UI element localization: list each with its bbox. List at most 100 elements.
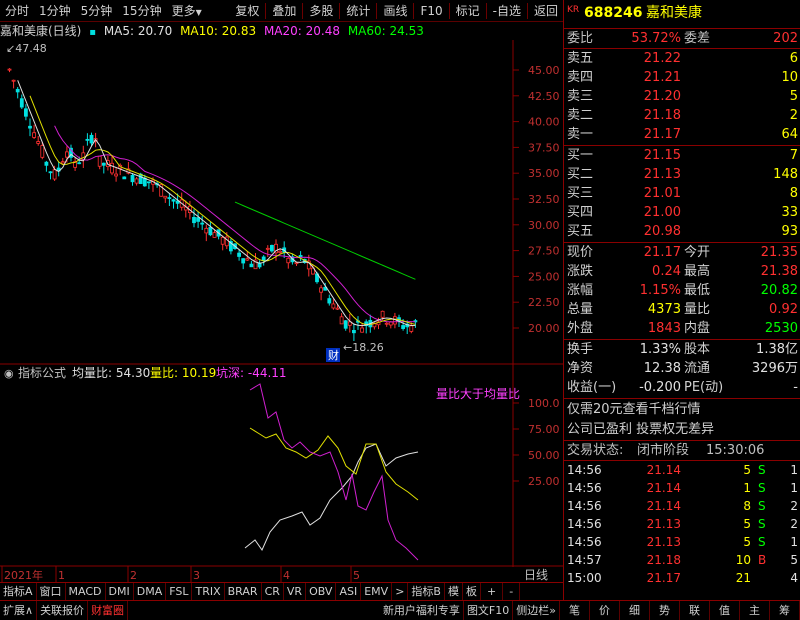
cai-label: 财: [328, 348, 339, 362]
bid-row: 买三 21.01 8: [564, 184, 800, 203]
stat-value: 20.82: [760, 283, 798, 298]
tab-shi[interactable]: 势: [650, 600, 680, 620]
sidebar-toggle-button[interactable]: 侧边栏»: [513, 600, 560, 620]
price-axis-tick: 32.50: [528, 193, 560, 206]
tab-more[interactable]: 更多▼: [167, 0, 207, 22]
tick-time: 14:57: [567, 553, 602, 567]
stat-label: 今开: [684, 245, 711, 260]
tab-dmi[interactable]: DMI: [106, 582, 134, 601]
ask-price: 21.21: [643, 70, 681, 85]
ask-volume: 64: [781, 127, 798, 142]
tongji-button[interactable]: 统计: [341, 0, 375, 22]
date-axis-tick: 2: [130, 569, 137, 582]
tab-bi[interactable]: 笔: [560, 600, 590, 620]
tick-volume: 21: [735, 571, 751, 585]
zoom-in-button[interactable]: +: [481, 582, 504, 601]
candle: [163, 195, 168, 199]
huaxian-button[interactable]: 画线: [378, 0, 412, 22]
zoom-out-button[interactable]: -: [503, 582, 521, 601]
zixuan-button[interactable]: -自选: [488, 0, 526, 22]
tick-row: 14:56 21.14 5 S 1: [564, 461, 800, 480]
tab-obv[interactable]: OBV: [306, 582, 337, 601]
ask-volume: 5: [789, 89, 798, 104]
fuquan-button[interactable]: 复权: [230, 0, 264, 22]
tab-xi[interactable]: 细: [620, 600, 650, 620]
date-axis-tick: 3: [193, 569, 200, 582]
tab-zhu[interactable]: 主: [740, 600, 770, 620]
tick-price: 21.17: [646, 571, 681, 585]
liangbi-label: 量比: 10.19: [150, 366, 216, 380]
candle: [23, 108, 28, 117]
tab-5min[interactable]: 5分钟: [76, 0, 118, 22]
tab-jia[interactable]: 价: [590, 600, 620, 620]
tab-trix[interactable]: TRIX: [192, 582, 225, 601]
indicator-title: 指标公式: [18, 365, 66, 380]
ma5-label: MA5: 20.70: [103, 24, 173, 38]
kengshen-line: [249, 383, 419, 561]
tab-fsl[interactable]: FSL: [166, 582, 193, 601]
stock-code: 688246: [584, 5, 643, 21]
price-axis-tick: 45.00: [528, 64, 560, 77]
tab-cr[interactable]: CR: [262, 582, 284, 601]
promo-yingli[interactable]: 公司已盈利 投票权无差异: [567, 420, 714, 439]
tab-window[interactable]: 窗口: [37, 582, 66, 601]
graphic-f10-button[interactable]: 图文F10: [464, 600, 514, 620]
tab-asi[interactable]: ASI: [336, 582, 362, 601]
stat-value: 1.38亿: [756, 342, 798, 357]
tab-scroll-right[interactable]: >: [392, 582, 409, 601]
candle: [19, 98, 24, 108]
trade-state-row: 交易状态: 闭市阶段 15:30:06: [564, 441, 800, 460]
bid-price: 21.00: [643, 205, 681, 220]
ma60-label: MA60: 24.53: [347, 24, 424, 38]
tick-row: 14:56 21.14 1 S 1: [564, 479, 800, 498]
tab-indicator-b[interactable]: 指标B: [408, 582, 445, 601]
tab-mo[interactable]: 模: [445, 582, 463, 601]
duogu-button[interactable]: 多股: [304, 0, 338, 22]
kline-chart[interactable]: 45.00 42.50 40.00 37.50 35.00 32.50 30.00 27.50…: [0, 40, 563, 582]
tab-emv[interactable]: EMV: [361, 582, 393, 601]
tab-chou[interactable]: 筹: [770, 600, 800, 620]
candle: [130, 174, 135, 183]
tab-15min[interactable]: 15分钟: [117, 0, 166, 22]
promo-row-2[interactable]: 公司已盈利 投票权无差异: [564, 420, 800, 439]
tab-zhi[interactable]: 值: [710, 600, 740, 620]
back-button[interactable]: 返回: [529, 0, 563, 22]
min-price-label: 18.26: [352, 341, 384, 354]
indicator-menu-icon[interactable]: ◉: [4, 367, 14, 380]
stat-value: 3296万: [751, 361, 798, 376]
candle: [77, 162, 82, 165]
stat-label: 净资: [567, 361, 594, 376]
tab-1min[interactable]: 1分钟: [34, 0, 76, 22]
price-axis-tick: 20.00: [528, 322, 560, 335]
tick-price: 21.13: [646, 517, 681, 531]
tab-vr[interactable]: VR: [284, 582, 307, 601]
tick-volume: 8: [743, 499, 751, 513]
tab-lian[interactable]: 联: [680, 600, 710, 620]
new-user-welfare-link[interactable]: 新用户福利专享: [380, 600, 464, 620]
tab-brar[interactable]: BRAR: [225, 582, 262, 601]
tick-row: 14:56 21.13 5 S 2: [564, 515, 800, 534]
stat-value: -: [793, 380, 798, 395]
tick-time: 15:00: [567, 571, 602, 585]
tab-fenshi[interactable]: 分时: [0, 0, 34, 22]
expand-button[interactable]: 扩展∧: [0, 600, 38, 620]
ma10-line: [29, 95, 416, 326]
f10-button[interactable]: F10: [415, 0, 447, 22]
weibi-label: 委比: [567, 31, 594, 46]
tab-dma[interactable]: DMA: [134, 582, 167, 601]
stat-label: 涨幅: [567, 283, 594, 298]
caifuquan-button[interactable]: 财富圈: [88, 600, 129, 620]
biaoji-button[interactable]: 标记: [451, 0, 485, 22]
promo-qiandang[interactable]: 仅需20元查看千档行情: [567, 400, 701, 419]
price-axis-tick: 35.00: [528, 167, 560, 180]
candle: [220, 236, 225, 245]
tab-ban[interactable]: 板: [463, 582, 481, 601]
candle: [101, 162, 106, 166]
bid-volume: 148: [773, 167, 798, 182]
tab-indicator-a[interactable]: 指标A: [0, 582, 37, 601]
diejia-button[interactable]: 叠加: [267, 0, 301, 22]
tab-macd[interactable]: MACD: [66, 582, 106, 601]
promo-row-1[interactable]: 仅需20元查看千档行情: [564, 400, 800, 419]
related-quote-button[interactable]: 关联报价: [37, 600, 89, 620]
candle: [331, 303, 336, 309]
